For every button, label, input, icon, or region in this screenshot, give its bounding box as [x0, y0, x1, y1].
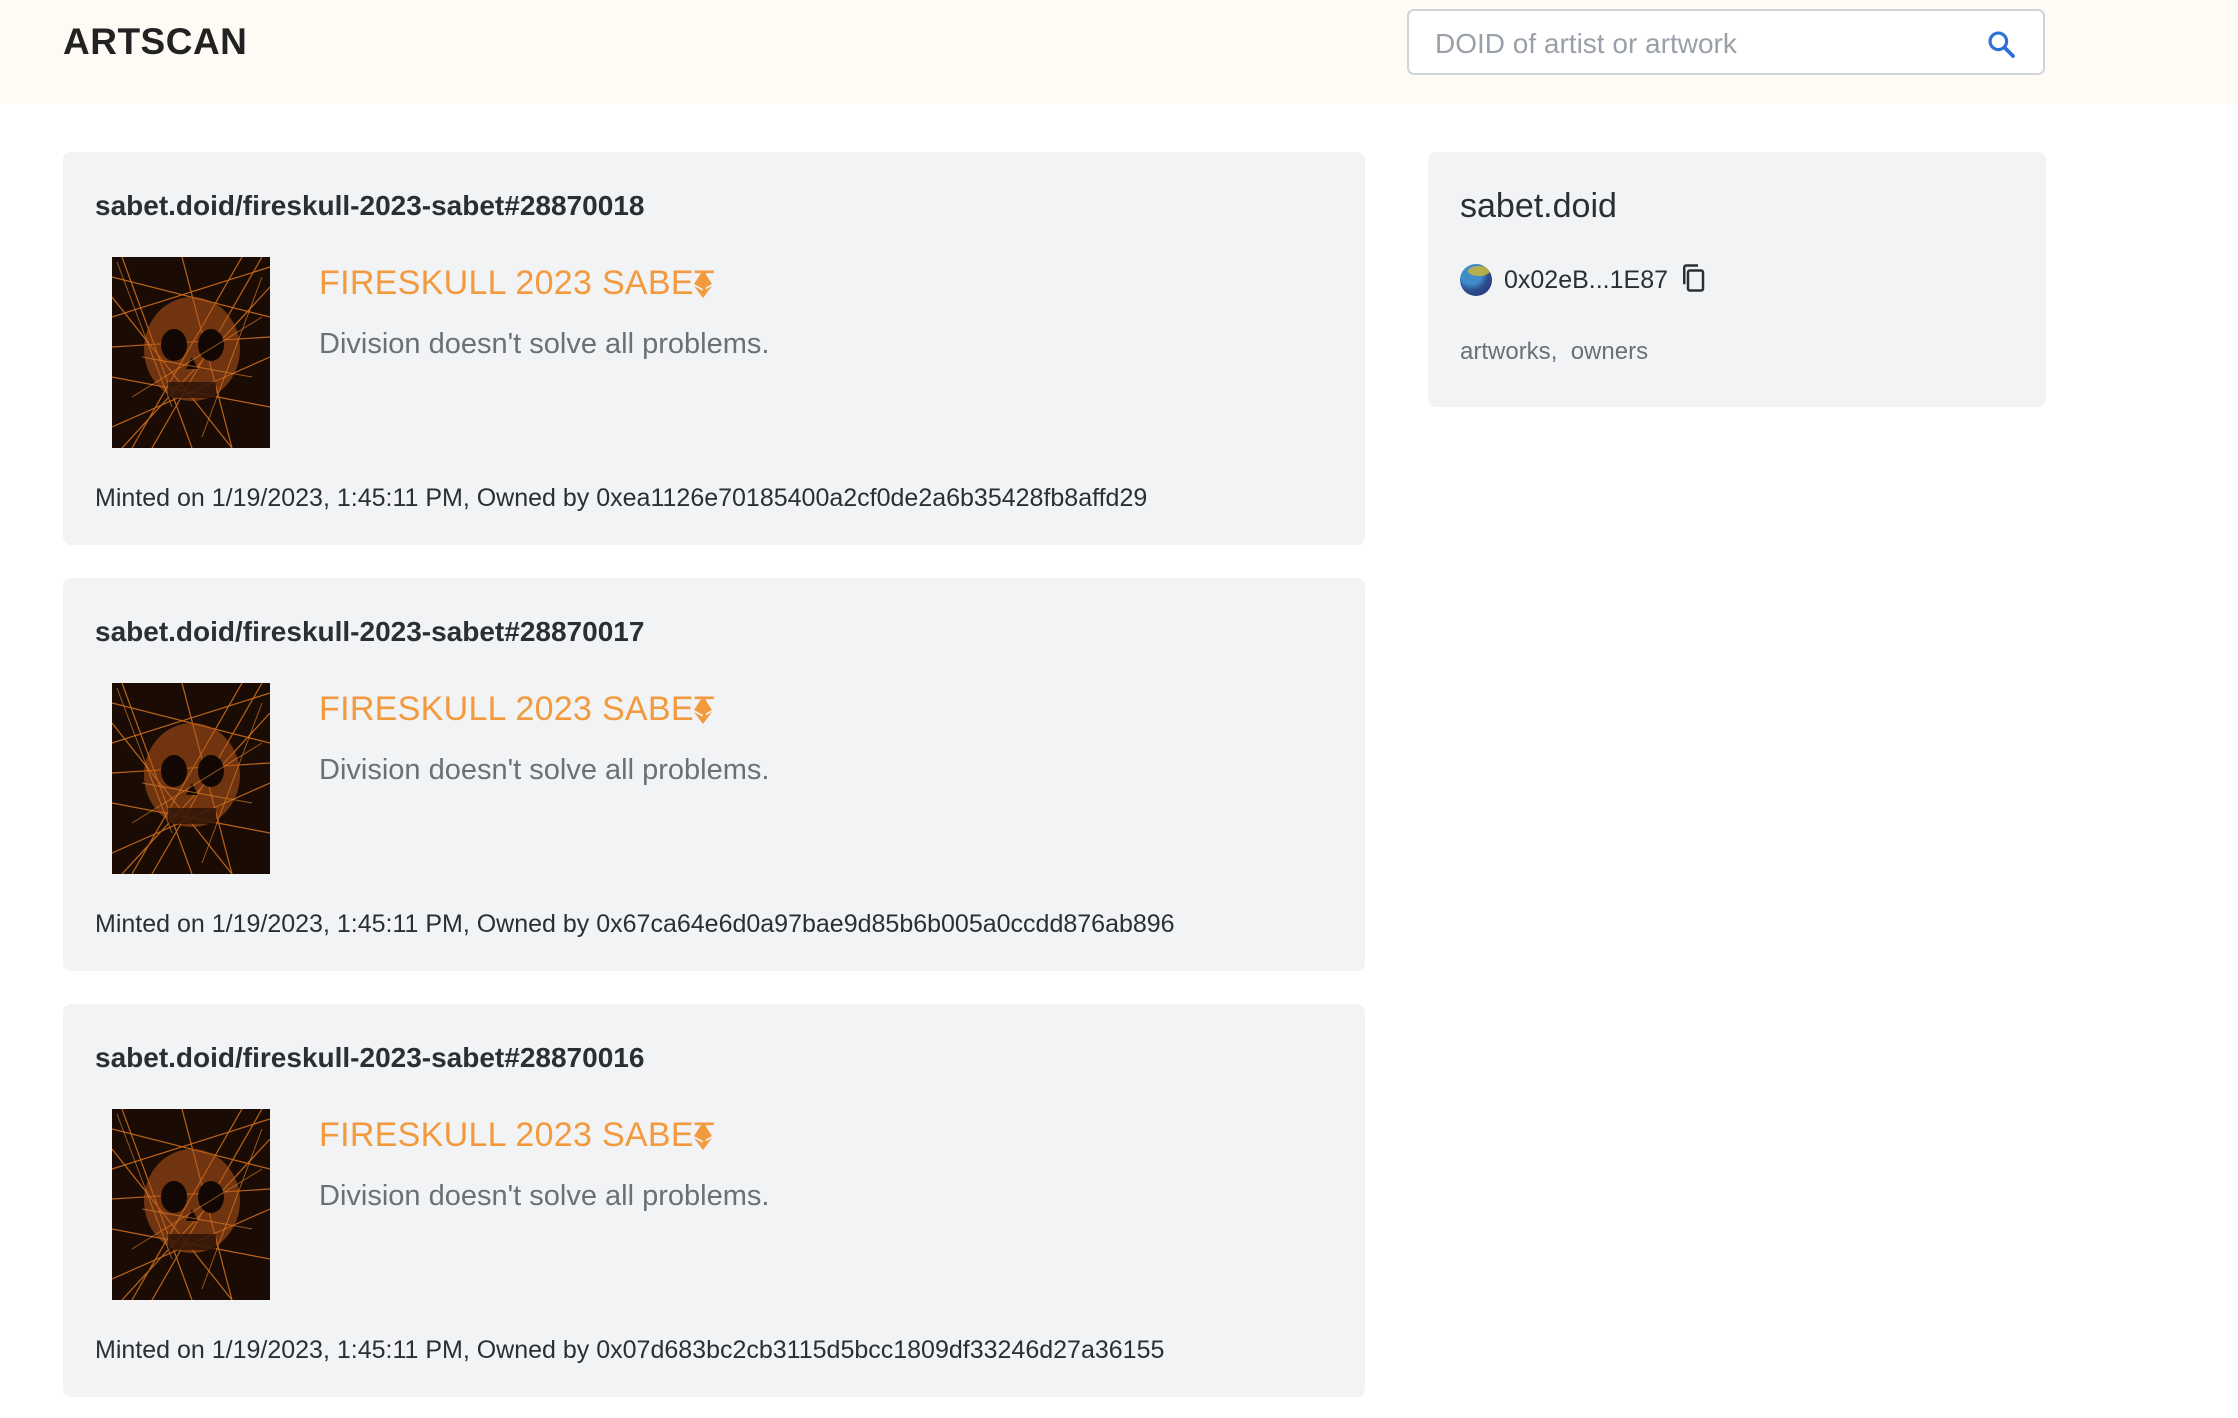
artwork-title[interactable]: FIRESKULL 2023 SABET — [319, 1116, 715, 1155]
owners-link[interactable]: owners — [1571, 338, 1648, 366]
artwork-doid[interactable]: sabet.doid/fireskull-2023-sabet#28870018 — [95, 190, 644, 222]
artwork-doid[interactable]: sabet.doid/fireskull-2023-sabet#28870017 — [95, 616, 644, 648]
artwork-mint-info: Minted on 1/19/2023, 1:45:11 PM, Owned b… — [95, 910, 1175, 938]
profile-links: artworks, owners — [1460, 338, 1648, 366]
artwork-description: Division doesn't solve all problems. — [319, 1180, 770, 1212]
search-input[interactable] — [1433, 23, 1977, 65]
artwork-thumbnail[interactable] — [112, 257, 270, 448]
artwork-card[interactable]: sabet.doid/fireskull-2023-sabet#28870017… — [63, 578, 1365, 971]
ethereum-icon — [694, 1122, 712, 1150]
profile-panel: sabet.doid 0x02eB...1E87 artworks, owner… — [1428, 152, 2046, 407]
artwork-title[interactable]: FIRESKULL 2023 SABET — [319, 264, 715, 303]
artwork-thumbnail[interactable] — [112, 683, 270, 874]
wallet-address: 0x02eB...1E87 — [1504, 266, 1669, 294]
ethereum-icon — [694, 270, 712, 298]
search-box[interactable] — [1407, 9, 2045, 75]
artwork-thumbnail[interactable] — [112, 1109, 270, 1300]
link-separator: , — [1550, 338, 1558, 365]
artwork-title[interactable]: FIRESKULL 2023 SABET — [319, 690, 715, 729]
artwork-description: Division doesn't solve all problems. — [319, 754, 770, 786]
artwork-mint-info: Minted on 1/19/2023, 1:45:11 PM, Owned b… — [95, 484, 1148, 512]
artwork-description: Division doesn't solve all problems. — [319, 328, 770, 360]
copy-icon[interactable] — [1678, 262, 1708, 294]
artwork-mint-info: Minted on 1/19/2023, 1:45:11 PM, Owned b… — [95, 1336, 1165, 1364]
top-bar: ARTSCAN — [0, 0, 2238, 103]
artwork-card[interactable]: sabet.doid/fireskull-2023-sabet#28870016… — [63, 1004, 1365, 1397]
artwork-card[interactable]: sabet.doid/fireskull-2023-sabet#28870018… — [63, 152, 1365, 545]
avatar — [1460, 264, 1492, 296]
artworks-link[interactable]: artworks — [1460, 338, 1551, 366]
search-icon[interactable] — [1985, 28, 2017, 60]
ethereum-icon — [694, 696, 712, 724]
profile-name: sabet.doid — [1460, 187, 1617, 225]
artwork-doid[interactable]: sabet.doid/fireskull-2023-sabet#28870016 — [95, 1042, 644, 1074]
app-logo[interactable]: ARTSCAN — [63, 21, 247, 63]
